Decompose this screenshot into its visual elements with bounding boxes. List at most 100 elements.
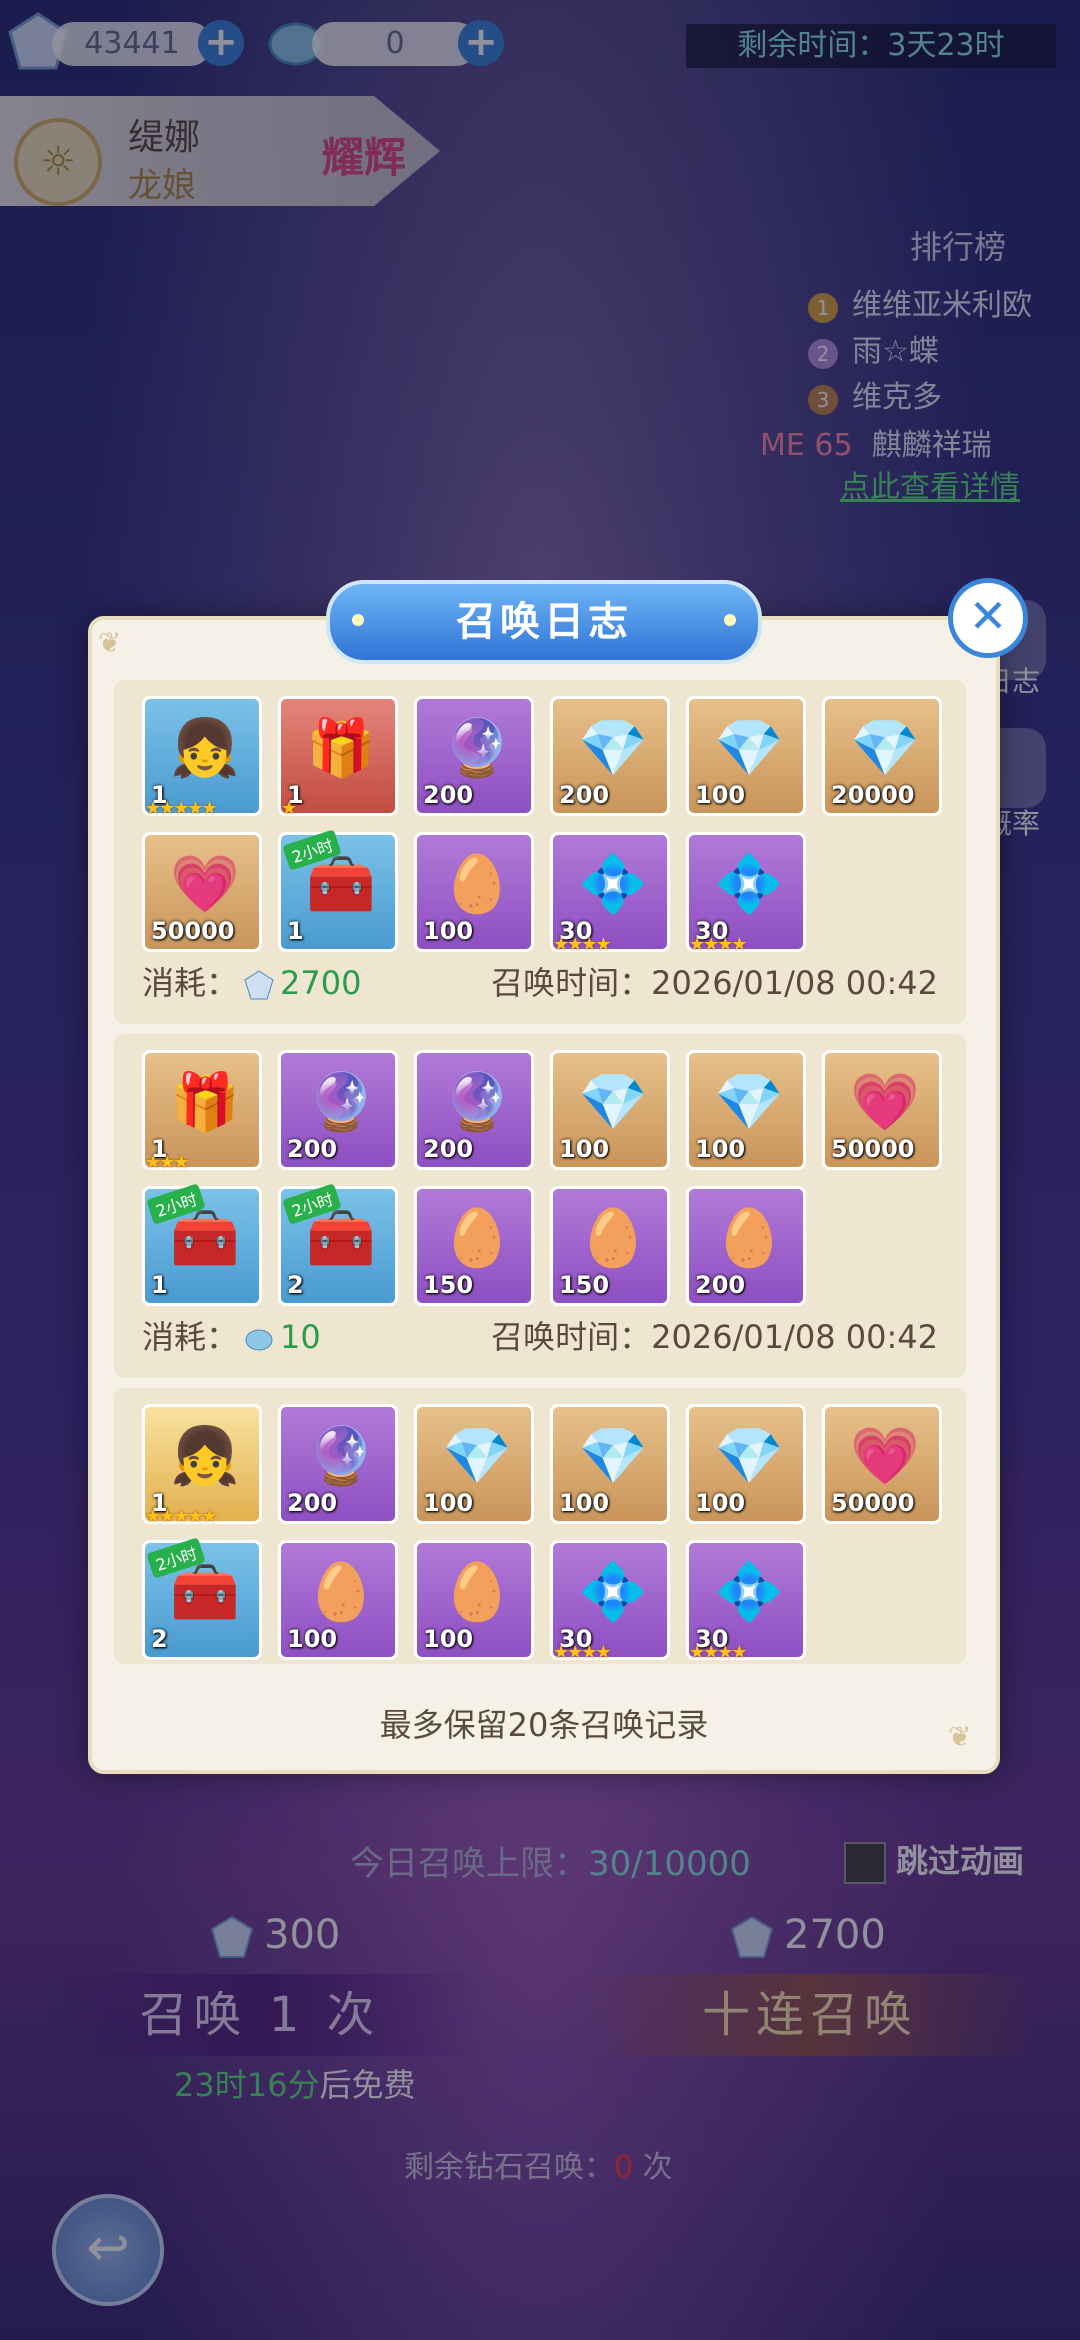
reward-count: 1 (287, 917, 304, 945)
box-icon: 🎁 (306, 716, 376, 781)
reward-item-orb[interactable]: 🔮 200 (414, 1050, 534, 1170)
reward-item-orb[interactable]: 🔮 200 (414, 696, 534, 816)
close-button[interactable]: ✕ (948, 578, 1028, 658)
record-cost: 消耗： 2700 (142, 964, 362, 1002)
reward-item-orb[interactable]: 🔮 200 (278, 1050, 398, 1170)
reward-item-exp[interactable]: 💗 50000 (822, 1050, 942, 1170)
reward-count: 200 (287, 1135, 338, 1163)
summon-record: 🎁 1 ★★★ 🔮 200 🔮 200 💎 100 💎 100 💗 50000 🧰 2小时 1 🧰 2小时 2 🥚 15… (114, 1034, 966, 1378)
summon-record: 👧 1 ★★★★★ 🎁 1 ★ 🔮 200 💎 200 💎 100 💎 20000 💗 50000 🧰 2小时 1 🥚… (114, 680, 966, 1024)
reward-count: 100 (559, 1489, 610, 1517)
reward-item-chest[interactable]: 🧰 2小时 2 (278, 1183, 398, 1306)
exp-icon: 💗 (850, 1070, 920, 1135)
shard-icon: 💠 (578, 852, 648, 917)
reward-item-hero[interactable]: 👧 1 ★★★★★ (142, 696, 262, 819)
reward-item-egg[interactable]: 🥚 150 (550, 1186, 670, 1306)
orb-icon: 🔮 (442, 716, 512, 781)
reward-item-egg[interactable]: 🥚 100 (414, 832, 534, 952)
gem-icon: 💎 (850, 716, 920, 781)
reward-count: 200 (423, 781, 474, 809)
reward-item-chest[interactable]: 🧰 2小时 1 (142, 1183, 262, 1306)
record-time: 召唤时间：2026/01/08 00:42 (491, 964, 938, 1002)
reward-count: 50000 (151, 917, 235, 945)
reward-count: 200 (559, 781, 610, 809)
star-rating: ★★★★★ (145, 798, 218, 819)
reward-count: 150 (423, 1271, 474, 1299)
exp-icon: 💗 (850, 1424, 920, 1489)
reward-count: 200 (287, 1489, 338, 1517)
star-rating: ★★★★ (553, 1642, 612, 1663)
record-limit-note: 最多保留20条召唤记录 (379, 1706, 709, 1744)
reward-count: 100 (695, 781, 746, 809)
reward-item-orb[interactable]: 🔮 200 (278, 1404, 398, 1524)
reward-item-egg[interactable]: 🥚 200 (686, 1186, 806, 1306)
gem-icon: 💎 (714, 1070, 784, 1135)
star-rating: ★★★★★ (145, 1506, 218, 1527)
record-time: 召唤时间：2026/01/08 00:42 (491, 1318, 938, 1356)
gem-icon: 💎 (578, 1424, 648, 1489)
egg-icon: 🥚 (714, 1206, 784, 1271)
orb-icon: 🔮 (306, 1424, 376, 1489)
reward-count: 150 (559, 1271, 610, 1299)
reward-item-gem[interactable]: 💎 200 (550, 696, 670, 816)
reward-count: 2 (287, 1271, 304, 1299)
hero-icon: 👧 (170, 716, 240, 781)
reward-count: 100 (423, 917, 474, 945)
egg-icon: 🥚 (442, 1560, 512, 1625)
reward-item-chest[interactable]: 🧰 2小时 2 (142, 1537, 262, 1660)
gem-icon: 💎 (578, 716, 648, 781)
crystal-icon (245, 1329, 273, 1351)
reward-count: 1 (151, 1271, 168, 1299)
egg-icon: 🥚 (306, 1560, 376, 1625)
gem-icon: 💎 (714, 1424, 784, 1489)
reward-item-gem[interactable]: 💎 100 (550, 1404, 670, 1524)
reward-item-gem[interactable]: 💎 100 (550, 1050, 670, 1170)
egg-icon: 🥚 (442, 1206, 512, 1271)
reward-count: 200 (423, 1135, 474, 1163)
star-rating: ★★★★ (689, 934, 748, 955)
reward-item-egg[interactable]: 🥚 100 (414, 1540, 534, 1660)
reward-item-shard[interactable]: 💠 30 ★★★★ (550, 832, 670, 955)
summon-record: 👧 1 ★★★★★ 🔮 200 💎 100 💎 100 💎 100 💗 50000 🧰 2小时 2 🥚 100 🥚 1… (114, 1388, 966, 1664)
orb-icon: 🔮 (306, 1070, 376, 1135)
reward-item-shard[interactable]: 💠 30 ★★★★ (550, 1540, 670, 1663)
reward-count: 200 (695, 1271, 746, 1299)
reward-count: 100 (423, 1489, 474, 1517)
reward-item-chest[interactable]: 🧰 2小时 1 (278, 829, 398, 952)
reward-count: 100 (559, 1135, 610, 1163)
reward-item-gem[interactable]: 💎 100 (414, 1404, 534, 1524)
reward-item-egg[interactable]: 🥚 100 (278, 1540, 398, 1660)
reward-item-shard[interactable]: 💠 30 ★★★★ (686, 832, 806, 955)
reward-count: 2 (151, 1625, 168, 1653)
egg-icon: 🥚 (442, 852, 512, 917)
dialog-title: 召唤日志 (326, 580, 762, 664)
reward-item-gem[interactable]: 💎 100 (686, 696, 806, 816)
reward-item-gem[interactable]: 💎 100 (686, 1404, 806, 1524)
gem-icon: 💎 (442, 1424, 512, 1489)
star-rating: ★★★★ (689, 1642, 748, 1663)
orb-icon: 🔮 (442, 1070, 512, 1135)
reward-count: 50000 (831, 1135, 915, 1163)
corner-ornament-icon: ❦ (98, 626, 122, 659)
reward-count: 100 (695, 1489, 746, 1517)
reward-item-hero[interactable]: 👧 1 ★★★★★ (142, 1404, 262, 1527)
reward-item-egg[interactable]: 🥚 150 (414, 1186, 534, 1306)
reward-item-box[interactable]: 🎁 1 ★ (278, 696, 398, 819)
reward-count: 20000 (831, 781, 915, 809)
shard-icon: 💠 (714, 852, 784, 917)
reward-item-exp[interactable]: 💗 50000 (142, 832, 262, 952)
reward-item-exp[interactable]: 💗 50000 (822, 1404, 942, 1524)
diamond-icon (244, 970, 274, 1000)
exp-icon: 💗 (170, 852, 240, 917)
star-rating: ★★★ (145, 1152, 189, 1173)
box-icon: 🎁 (170, 1070, 240, 1135)
shard-icon: 💠 (714, 1560, 784, 1625)
gem-icon: 💎 (714, 716, 784, 781)
reward-count: 100 (423, 1625, 474, 1653)
reward-count: 100 (695, 1135, 746, 1163)
gem-icon: 💎 (578, 1070, 648, 1135)
reward-item-gem[interactable]: 💎 100 (686, 1050, 806, 1170)
reward-item-box[interactable]: 🎁 1 ★★★ (142, 1050, 262, 1173)
reward-item-gem[interactable]: 💎 20000 (822, 696, 942, 816)
reward-item-shard[interactable]: 💠 30 ★★★★ (686, 1540, 806, 1663)
